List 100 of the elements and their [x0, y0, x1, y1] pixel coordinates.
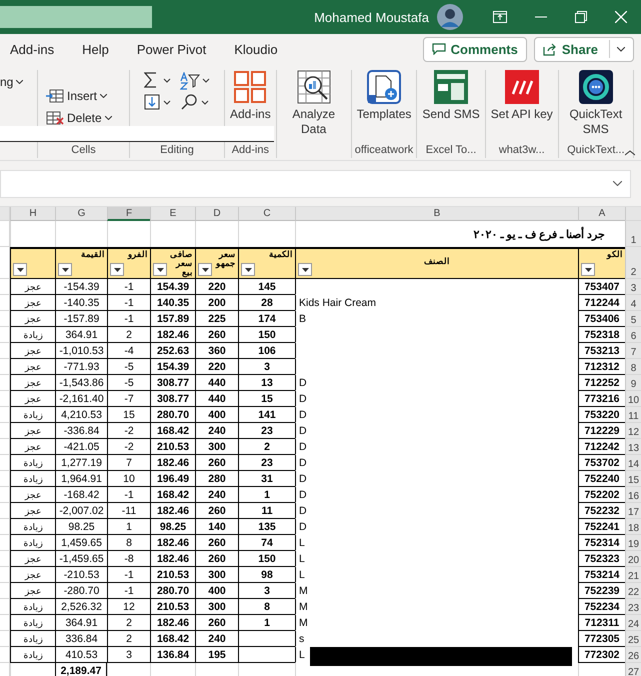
- filter-button[interactable]: [153, 263, 167, 276]
- column-header[interactable]: B: [295, 207, 578, 221]
- table-cell: Kids Hair Cream: [299, 296, 376, 308]
- ribbon-button[interactable]: Set API key: [488, 70, 556, 144]
- sort-filter-icon[interactable]: [180, 72, 210, 90]
- table-cell: 410.53: [65, 648, 98, 660]
- table-cell: 196.49: [156, 472, 190, 484]
- table-cell: 10: [123, 472, 135, 484]
- row-number: 4: [625, 295, 641, 311]
- comments-button[interactable]: Comments: [422, 36, 527, 62]
- share-button[interactable]: Share: [534, 36, 634, 62]
- table-cell: -1: [124, 280, 134, 292]
- close-icon[interactable]: [615, 11, 627, 23]
- column-title: صافى سعر بيع: [169, 250, 193, 277]
- collapse-ribbon-icon[interactable]: [625, 150, 635, 156]
- table-cell: 2,526.32: [61, 600, 102, 612]
- table-cell: عجز: [25, 298, 41, 308]
- table-cell: 74: [261, 536, 273, 548]
- table-cell: 753220: [584, 408, 620, 420]
- autosum-icon[interactable]: [144, 72, 172, 88]
- table-cell: 220: [208, 360, 226, 372]
- filter-button[interactable]: [58, 263, 72, 276]
- search-icon[interactable]: [180, 94, 210, 110]
- avatar-icon[interactable]: [437, 4, 463, 30]
- table-cell: 174: [258, 312, 276, 324]
- user-name: Mohamed Moustafa: [314, 10, 429, 24]
- table-cell: 752323: [584, 552, 620, 564]
- restore-icon[interactable]: [575, 11, 587, 23]
- table-cell: -2,161.40: [59, 392, 104, 404]
- fill-icon[interactable]: [144, 94, 172, 110]
- ribbon-tab[interactable]: Add-ins: [4, 36, 66, 62]
- table-cell: 773216: [584, 392, 620, 404]
- table-cell: 752241: [584, 520, 620, 532]
- filter-button[interactable]: [298, 263, 312, 276]
- column-header[interactable]: C: [238, 207, 295, 221]
- filter-button[interactable]: [581, 263, 595, 276]
- filter-button[interactable]: [198, 263, 212, 276]
- column-header[interactable]: E: [150, 207, 195, 221]
- ribbon-tab[interactable]: Power Pivot: [130, 36, 218, 62]
- table-cell: عجز: [25, 570, 41, 580]
- ribbon-tab[interactable]: Help: [76, 36, 121, 62]
- caret-icon: [156, 268, 164, 272]
- ribbon-button[interactable]: Templates: [354, 70, 414, 144]
- table-cell: زيادة: [24, 410, 42, 420]
- ribbon-button[interactable]: Analyze Data: [278, 70, 349, 144]
- filter-button[interactable]: [13, 263, 27, 276]
- table-cell: D: [299, 424, 307, 436]
- row-number: 6: [625, 327, 641, 343]
- ribbon-tab[interactable]: Kloudio: [228, 36, 290, 62]
- insert-cells-icon: [46, 89, 64, 103]
- table-cell: D: [299, 392, 307, 404]
- filter-button[interactable]: [241, 263, 255, 276]
- ribbon-button[interactable]: Send SMS: [419, 70, 483, 144]
- table-cell: عجز: [25, 554, 41, 564]
- column-header[interactable]: F: [107, 207, 150, 221]
- table-cell: 150: [258, 328, 276, 340]
- caret-icon[interactable]: [617, 46, 625, 52]
- table-cell: D: [299, 504, 307, 516]
- table-cell: 364.91: [65, 328, 98, 340]
- column-header[interactable]: D: [195, 207, 238, 221]
- formula-field[interactable]: [0, 170, 631, 198]
- table-cell: 15: [261, 392, 273, 404]
- search-field[interactable]: [0, 6, 152, 28]
- table-cell: عجز: [25, 378, 41, 388]
- group-label: Add-ins: [232, 144, 269, 158]
- row-number: 8: [625, 359, 641, 375]
- table-cell: -5: [124, 376, 134, 388]
- table-cell: M: [299, 600, 308, 612]
- row-number: 2: [625, 247, 641, 279]
- row-number: 14: [625, 455, 641, 471]
- table-cell: 260: [208, 456, 226, 468]
- table-cell: 772302: [584, 648, 620, 660]
- table-cell: 8: [126, 536, 132, 548]
- table-cell: 15: [123, 408, 135, 420]
- table-cell: D: [299, 520, 307, 532]
- column-header[interactable]: H: [10, 207, 55, 221]
- table-cell: 752234: [584, 600, 620, 612]
- table-cell: 260: [208, 504, 226, 516]
- table-cell: 440: [208, 392, 226, 404]
- row-number: 9: [625, 375, 641, 391]
- row-number: 1: [625, 221, 641, 247]
- ribbon-button[interactable]: QuickText SMS: [560, 70, 631, 144]
- minimize-icon[interactable]: [535, 16, 547, 18]
- styles-dropdown[interactable]: ng: [0, 72, 37, 92]
- table-cell: 8: [264, 600, 270, 612]
- ribbon-button[interactable]: Add-ins: [227, 70, 274, 144]
- table-cell: -1: [124, 488, 134, 500]
- filter-button[interactable]: [110, 263, 124, 276]
- table-cell: D: [299, 488, 307, 500]
- table-cell: زيادة: [24, 330, 42, 340]
- table-cell: 308.77: [156, 392, 190, 404]
- display-options-icon[interactable]: [493, 11, 507, 23]
- row-number: 21: [625, 567, 641, 583]
- insert-button[interactable]: Insert: [46, 86, 108, 106]
- group-label: officeatwork: [354, 144, 414, 158]
- table-cell: 106: [258, 344, 276, 356]
- table-cell: D: [299, 440, 307, 452]
- group-label: Excel To...: [426, 144, 476, 158]
- expand-icon[interactable]: [613, 181, 622, 186]
- row-number: 12: [625, 423, 641, 439]
